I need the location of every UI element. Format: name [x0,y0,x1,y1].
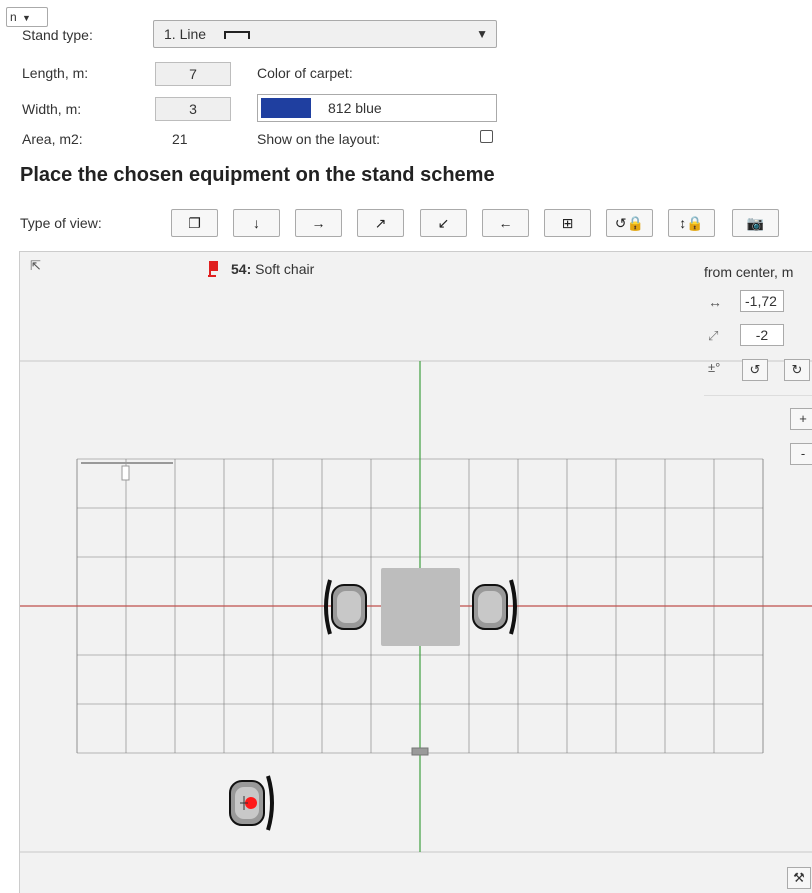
from-center-label: from center, m [704,264,794,280]
zoom-out-button[interactable]: - [790,443,812,465]
area-value: 21 [172,131,188,147]
type-of-view-label: Type of view: [20,215,102,231]
stand-scheme-canvas[interactable]: ⇱ 54: Soft chair from center, m ↔ -1,72 … [19,251,812,893]
stand-header-element [81,462,173,481]
carpet-color-swatch [261,98,311,118]
panel-divider [704,395,812,396]
length-value: 7 [155,62,231,86]
area-label: Area, m2: [22,131,83,147]
rotation-label: ±° [708,360,721,375]
horizontal-offset-input[interactable]: -1,72 [740,290,784,312]
rotate-ccw-button[interactable]: ↺ [742,359,768,381]
tools-icon[interactable]: ⚒ [787,867,811,889]
rotate-lock-button[interactable]: ↺🔒 [606,209,653,237]
soft-chair-right [472,579,517,635]
carpet-color-name: 812 blue [328,100,382,116]
section-title: Place the chosen equipment on the stand … [20,164,495,186]
view-left-button[interactable]: ← [482,209,529,237]
soft-chair-left [324,579,367,635]
stand-type-label: Stand type: [22,27,93,43]
show-on-layout-checkbox[interactable] [480,130,493,143]
horizontal-arrow-icon: ↔ [708,294,722,310]
stand-type-value: 1. Line [164,26,207,42]
zoom-in-button[interactable]: + [790,408,812,430]
line-stand-icon [223,31,250,40]
carpet-color-select[interactable]: 812 blue [257,94,497,122]
scheme-drawing [20,360,812,853]
view-right-button[interactable]: → [295,209,342,237]
camera-button[interactable]: 📷 [732,209,779,237]
diagonal-arrow-icon: ⤢ [708,328,719,343]
view-down-button[interactable]: ↓ [233,209,280,237]
view-down-left-button[interactable]: ↙ [420,209,467,237]
chevron-down-icon: ▼ [476,27,488,41]
width-label: Width, m: [22,101,82,117]
length-label: Length, m: [22,65,89,81]
soft-chair-selected [229,775,274,831]
vertical-offset-input[interactable]: -2 [740,324,784,346]
show-on-layout-label: Show on the layout: [257,131,380,147]
table [381,568,460,646]
corner-select[interactable]: n ▼ [6,7,48,27]
view-grid-button[interactable]: ⊞ [544,209,591,237]
rotate-cw-button[interactable]: ↻ [784,359,810,381]
chevron-down-icon: ▼ [22,13,31,23]
carpet-color-label: Color of carpet: [257,65,353,81]
view-up-right-button[interactable]: ↗ [357,209,404,237]
corner-select-value: n [10,10,17,24]
position-panel: from center, m ↔ -1,72 ⤢ -2 ±° ↺ ↻ [704,252,812,397]
width-value: 3 [155,97,231,121]
height-lock-button[interactable]: ↕🔒 [668,209,715,237]
view-3d-button[interactable]: ❐ [171,209,218,237]
stand-type-select[interactable]: 1. Line ▼ [153,20,497,48]
